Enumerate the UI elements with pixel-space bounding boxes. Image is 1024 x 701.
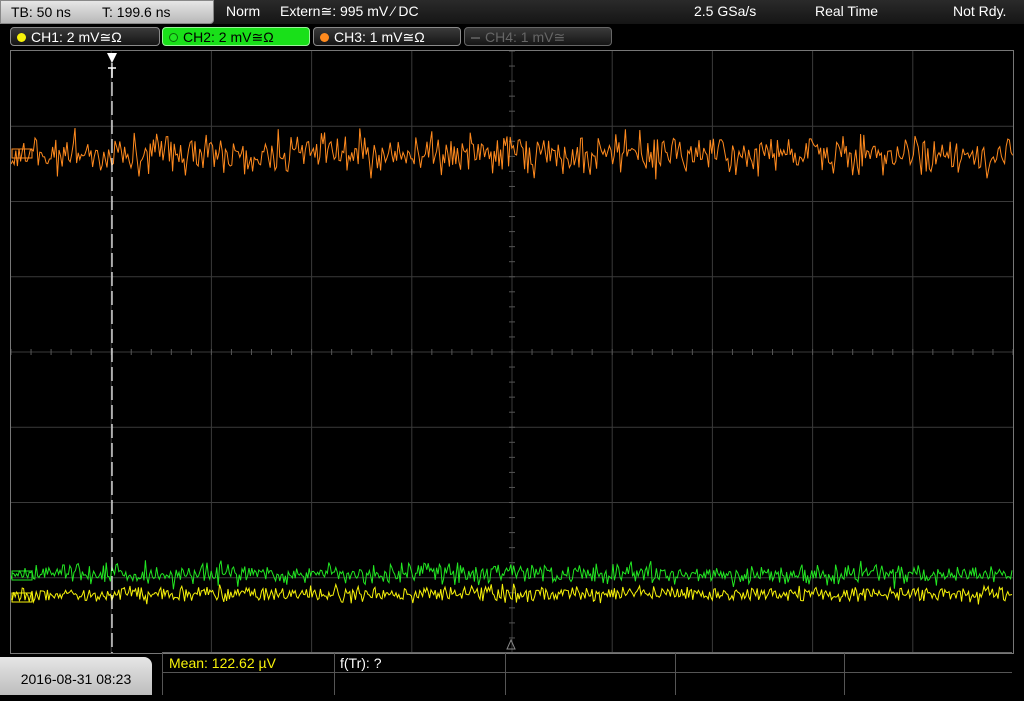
status-bar: TB: 50 ns T: 199.6 ns Norm Extern≅: 995 … — [0, 0, 1024, 24]
reference-markers — [11, 148, 33, 603]
ch2-indicator-icon — [169, 33, 178, 42]
trigger-mode-label[interactable]: Norm — [226, 3, 260, 19]
ch3-indicator-icon — [320, 33, 329, 42]
timebase-label: TB: 50 ns — [11, 4, 71, 20]
trigger-status-label: Not Rdy. — [953, 3, 1007, 19]
horizontal-position-marker-icon — [506, 638, 516, 650]
trigger-source-label[interactable]: Extern≅: 995 mV ⁄ DC — [280, 3, 419, 20]
sample-rate-label[interactable]: 2.5 GSa/s — [694, 3, 756, 19]
measurement-panel[interactable]: Mean: 122.62 µV f(Tr): ? — [162, 652, 1012, 696]
channel-tab-ch2[interactable]: CH2: 2 mV≅Ω — [162, 27, 310, 46]
measurement-mean[interactable]: Mean: 122.62 µV — [169, 655, 276, 671]
ch1-indicator-icon — [17, 33, 26, 42]
ch3-label: CH3: 1 mV≅Ω — [334, 29, 425, 45]
timebase-box[interactable]: TB: 50 ns T: 199.6 ns — [0, 0, 214, 24]
measurement-divider — [162, 672, 1012, 673]
waveform-display[interactable] — [10, 50, 1014, 654]
measurement-divider — [334, 653, 335, 695]
acquisition-mode-label[interactable]: Real Time — [815, 3, 878, 19]
ch4-label: CH4: 1 mV≅ — [485, 29, 566, 45]
ch4-off-icon — [471, 37, 480, 39]
measurement-divider — [675, 653, 676, 695]
measurement-rise-frequency[interactable]: f(Tr): ? — [340, 655, 381, 671]
measurement-divider — [844, 653, 845, 695]
channel-tab-ch4[interactable]: CH4: 1 mV≅ — [464, 27, 612, 46]
measurement-divider — [505, 653, 506, 695]
measurement-divider — [162, 653, 163, 695]
trigger-time-label: T: 199.6 ns — [102, 4, 171, 20]
date-time-box: 2016-08-31 08:23 — [0, 657, 152, 695]
waveform-graticule — [11, 51, 1013, 653]
ch2-label: CH2: 2 mV≅Ω — [183, 29, 274, 45]
ch1-label: CH1: 2 mV≅Ω — [31, 29, 122, 45]
channel-tab-ch3[interactable]: CH3: 1 mV≅Ω — [313, 27, 461, 46]
date-time-label: 2016-08-31 08:23 — [20, 671, 132, 687]
channel-tab-ch1[interactable]: CH1: 2 mV≅Ω — [10, 27, 160, 46]
